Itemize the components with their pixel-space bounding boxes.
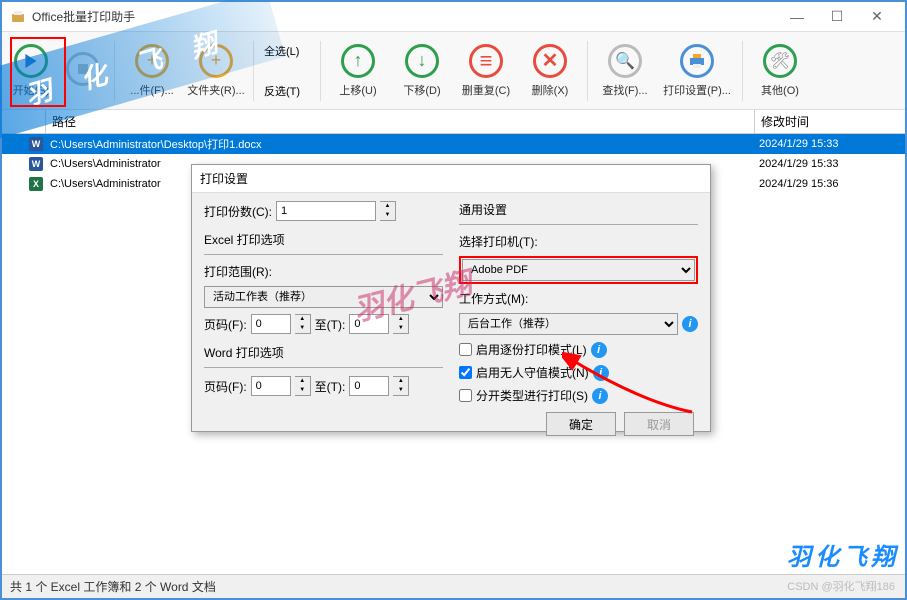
search-icon: 🔍 (608, 44, 642, 78)
print-settings-dialog: 打印设置 打印份数(C): ▲▼ Excel 打印选项 打印范围(R): 活动工… (191, 164, 711, 432)
col-path[interactable]: 路径 (46, 110, 755, 133)
page-from-label: 页码(F): (204, 316, 247, 333)
common-group-label: 通用设置 (459, 201, 698, 218)
file-time: 2024/1/29 15:33 (755, 158, 905, 170)
stop-button[interactable] (58, 36, 108, 106)
info-icon[interactable]: i (682, 316, 698, 332)
word-page-from-label: 页码(F): (204, 378, 247, 395)
file-time: 2024/1/29 15:33 (755, 138, 905, 150)
printer-select[interactable]: Adobe PDF (462, 259, 695, 281)
list-header: 路径 修改时间 (2, 110, 905, 134)
folder-icon: + (199, 44, 233, 78)
range-select[interactable]: 活动工作表（推荐） (204, 286, 443, 308)
info-icon[interactable]: i (592, 388, 608, 404)
excel-group-label: Excel 打印选项 (204, 231, 443, 248)
tools-icon: 🛠 (763, 44, 797, 78)
separator (587, 41, 588, 101)
start-button[interactable]: 开始(S) (6, 36, 56, 106)
printer-highlight: Adobe PDF (459, 256, 698, 284)
other-button[interactable]: 🛠 其他(O) (749, 36, 811, 106)
mode-label: 工作方式(M): (459, 290, 698, 307)
file-button[interactable]: + ...件(F)... (121, 36, 183, 106)
page-to-input[interactable] (349, 314, 389, 334)
info-icon[interactable]: i (591, 342, 607, 358)
invert-button[interactable]: 反选(T) (264, 83, 310, 99)
down-icon: ↓ (405, 44, 439, 78)
doc-icon: X (29, 177, 43, 191)
separator (253, 41, 254, 101)
select-group: 全选(L) 反选(T) (260, 39, 314, 103)
word-page-to-input[interactable] (349, 376, 389, 396)
copies-input[interactable] (276, 201, 376, 221)
chk-per-copy-label: 启用逐份打印模式(L) (476, 341, 587, 358)
page-from-input[interactable] (251, 314, 291, 334)
printer-icon (680, 44, 714, 78)
printer-label: 选择打印机(T): (459, 233, 698, 250)
signature: 羽化飞翔 (787, 537, 899, 572)
separator (320, 41, 321, 101)
ok-button[interactable]: 确定 (546, 412, 616, 436)
separator (742, 41, 743, 101)
page-to-spinner[interactable]: ▲▼ (393, 314, 409, 334)
info-icon[interactable]: i (593, 365, 609, 381)
chk-unattended[interactable] (459, 366, 472, 379)
word-to-spinner[interactable]: ▲▼ (393, 376, 409, 396)
chk-per-copy[interactable] (459, 343, 472, 356)
close-button[interactable]: ✕ (857, 3, 897, 31)
minimize-button[interactable]: — (777, 3, 817, 31)
select-all-button[interactable]: 全选(L) (264, 43, 310, 59)
word-page-from-input[interactable] (251, 376, 291, 396)
word-page-to-label: 至(T): (315, 378, 346, 395)
mode-select[interactable]: 后台工作（推荐） (459, 313, 678, 335)
csdn-credit: CSDN @羽化飞翔186 (787, 578, 895, 594)
word-group-label: Word 打印选项 (204, 344, 443, 361)
up-icon: ↑ (341, 44, 375, 78)
separator (114, 41, 115, 101)
word-from-spinner[interactable]: ▲▼ (295, 376, 311, 396)
find-button[interactable]: 🔍 查找(F)... (594, 36, 656, 106)
doc-icon: W (29, 157, 43, 171)
move-up-button[interactable]: ↑ 上移(U) (327, 36, 389, 106)
remove-dup-button[interactable]: ≡ 删重复(C) (455, 36, 517, 106)
titlebar: Office批量打印助手 — ☐ ✕ (2, 2, 905, 32)
chk-split-type[interactable] (459, 389, 472, 402)
dup-icon: ≡ (469, 44, 503, 78)
delete-button[interactable]: ✕ 删除(X) (519, 36, 581, 106)
range-label: 打印范围(R): (204, 263, 443, 280)
dialog-title: 打印设置 (192, 165, 710, 193)
chk-split-type-label: 分开类型进行打印(S) (476, 387, 588, 404)
page-from-spinner[interactable]: ▲▼ (295, 314, 311, 334)
copies-spinner[interactable]: ▲▼ (380, 201, 396, 221)
move-down-button[interactable]: ↓ 下移(D) (391, 36, 453, 106)
play-icon (14, 44, 48, 78)
window-title: Office批量打印助手 (32, 8, 777, 25)
doc-icon: W (29, 137, 43, 151)
file-path: C:\Users\Administrator\Desktop\打印1.docx (46, 136, 755, 152)
col-time[interactable]: 修改时间 (755, 110, 905, 133)
folder-button[interactable]: + 文件夹(R)... (185, 36, 247, 106)
page-to-label: 至(T): (315, 316, 346, 333)
toolbar: 开始(S) + ...件(F)... + 文件夹(R)... 全选(L) 反选(… (2, 32, 905, 110)
delete-icon: ✕ (533, 44, 567, 78)
print-setup-button[interactable]: 打印设置(P)... (658, 36, 736, 106)
copies-label: 打印份数(C): (204, 203, 272, 220)
stop-icon (66, 52, 100, 86)
file-icon: + (135, 44, 169, 78)
col-checkbox[interactable] (2, 110, 46, 133)
chk-unattended-label: 启用无人守值模式(N) (476, 364, 589, 381)
maximize-button[interactable]: ☐ (817, 3, 857, 31)
status-bar: 共 1 个 Excel 工作簿和 2 个 Word 文档 (2, 574, 905, 598)
cancel-button[interactable]: 取消 (624, 412, 694, 436)
file-time: 2024/1/29 15:36 (755, 178, 905, 190)
app-icon (10, 9, 26, 25)
table-row[interactable]: WC:\Users\Administrator\Desktop\打印1.docx… (2, 134, 905, 154)
